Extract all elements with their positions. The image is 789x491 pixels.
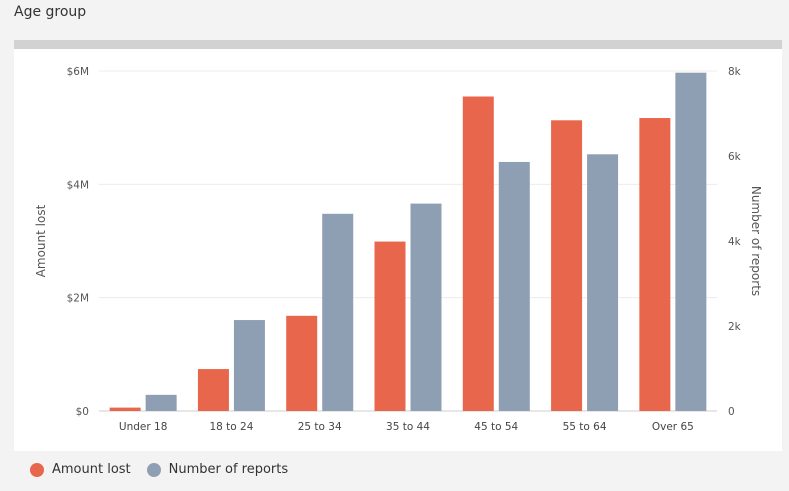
x-tick-label: 18 to 24 [209, 421, 253, 433]
bar-amount-lost [109, 407, 141, 411]
x-tick-label: Under 18 [119, 421, 167, 433]
bar-number-of-reports [675, 72, 707, 411]
bar-amount-lost [639, 118, 671, 412]
legend-label-number-of-reports: Number of reports [168, 462, 289, 477]
legend-swatch-number-of-reports [146, 462, 161, 477]
bar-number-of-reports [587, 154, 619, 412]
y-tick-label: $6M [67, 66, 89, 78]
y2-tick-label: 8k [728, 66, 742, 78]
y-axis-title: Amount lost [34, 204, 48, 277]
y2-tick-label: 6k [728, 151, 742, 163]
x-tick-label: 45 to 54 [474, 421, 518, 433]
y2-axis-title: Number of reports [749, 186, 763, 296]
bar-number-of-reports [322, 213, 354, 411]
bar-number-of-reports [410, 203, 442, 411]
y2-tick-label: 2k [728, 321, 742, 333]
legend-swatch-amount-lost [30, 462, 44, 477]
legend-item-number-of-reports[interactable]: Number of reports [146, 462, 289, 477]
x-tick-label: Over 65 [652, 421, 694, 433]
bar-amount-lost [374, 241, 406, 411]
y-tick-label: $0 [76, 406, 89, 418]
legend-item-amount-lost[interactable]: Amount lost [30, 462, 131, 477]
x-tick-label: 35 to 44 [386, 421, 430, 433]
bar-number-of-reports [498, 161, 530, 411]
bar-amount-lost [197, 369, 229, 411]
bar-amount-lost [286, 315, 318, 411]
x-tick-label: 25 to 34 [298, 421, 342, 433]
bar-number-of-reports [233, 320, 265, 411]
bar-number-of-reports [145, 394, 177, 411]
bar-amount-lost [551, 120, 583, 412]
y-tick-label: $4M [67, 179, 89, 191]
y2-tick-label: 0 [728, 406, 735, 418]
chart: $0 $2M $4M $6M 0 2k 4k 6k 8k Amount lost Number of… [34, 66, 763, 433]
y2-tick-label: 4k [728, 236, 742, 248]
bar-amount-lost [462, 96, 494, 411]
legend: Amount lost Number of reports [30, 462, 304, 477]
legend-label-amount-lost: Amount lost [52, 462, 131, 477]
y-tick-label: $2M [67, 293, 89, 305]
x-tick-label: 55 to 64 [563, 421, 607, 433]
